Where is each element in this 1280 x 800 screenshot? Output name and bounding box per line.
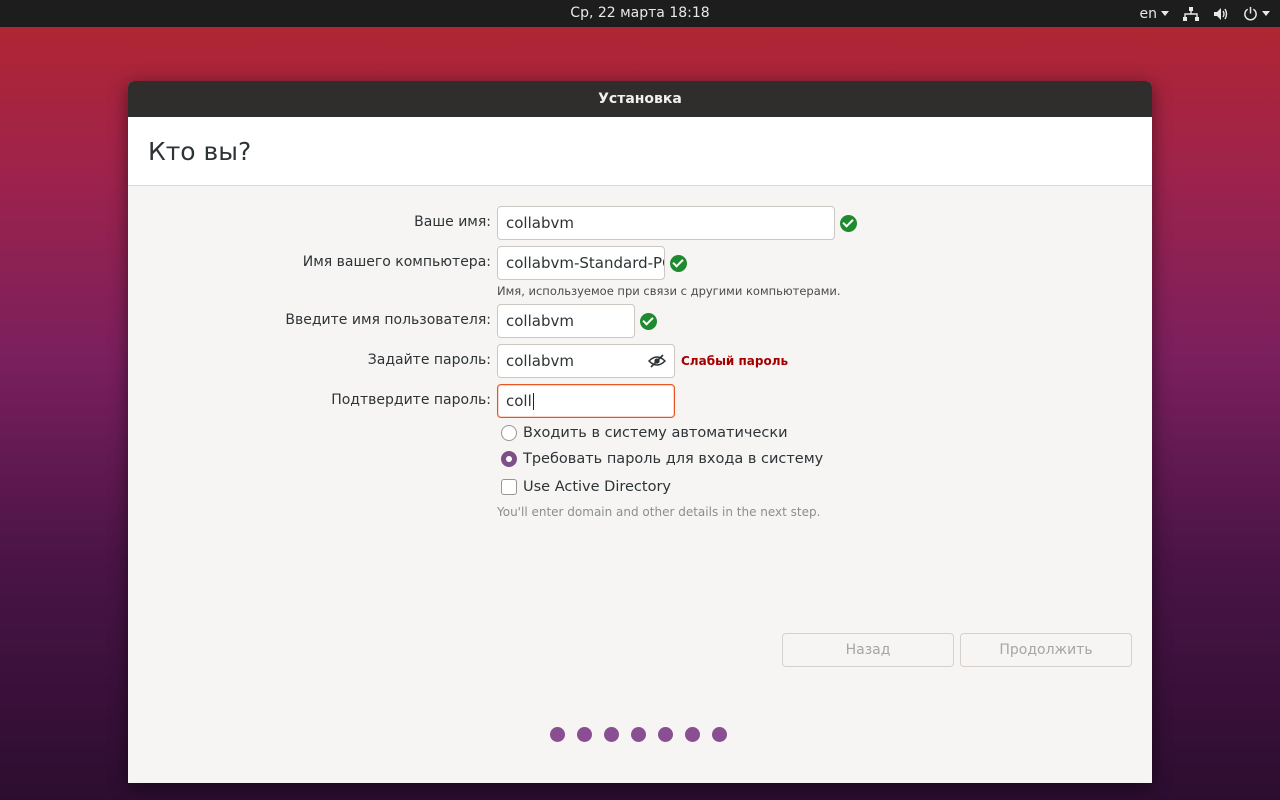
volume-icon[interactable] bbox=[1213, 7, 1229, 21]
progress-dot bbox=[577, 727, 592, 742]
language-label: en bbox=[1139, 5, 1158, 22]
computer-name-label: Имя вашего компьютера: bbox=[302, 254, 491, 270]
network-icon[interactable] bbox=[1183, 6, 1199, 21]
chevron-down-icon bbox=[1262, 11, 1270, 16]
progress-dot bbox=[712, 727, 727, 742]
checkbox[interactable] bbox=[501, 479, 517, 495]
top-panel: Ср, 22 марта 18:18 en bbox=[0, 0, 1280, 27]
radio-button-selected[interactable] bbox=[501, 451, 517, 467]
computer-name-field[interactable]: collabvm-Standard-PC- bbox=[497, 246, 665, 280]
check-icon bbox=[840, 215, 857, 232]
progress-dot bbox=[604, 727, 619, 742]
chevron-down-icon bbox=[1161, 11, 1169, 16]
computer-name-hint: Имя, используемое при связи с другими ко… bbox=[497, 284, 841, 298]
text-cursor bbox=[532, 393, 534, 410]
power-icon bbox=[1243, 6, 1258, 21]
name-field[interactable]: collabvm bbox=[497, 206, 835, 240]
installer-window: Установка Кто вы? Ваше имя: collabvm Имя… bbox=[128, 81, 1152, 783]
language-indicator[interactable]: en bbox=[1139, 5, 1169, 22]
progress-dot bbox=[685, 727, 700, 742]
confirm-password-label: Подтвердите пароль: bbox=[331, 392, 491, 408]
progress-dot bbox=[550, 727, 565, 742]
user-form: Ваше имя: collabvm Имя вашего компьютера… bbox=[128, 186, 1152, 783]
continue-button[interactable]: Продолжить bbox=[960, 633, 1132, 667]
password-value: collabvm bbox=[506, 352, 574, 370]
radio-button[interactable] bbox=[501, 425, 517, 441]
clock[interactable]: Ср, 22 марта 18:18 bbox=[0, 5, 1280, 21]
back-button[interactable]: Назад bbox=[782, 633, 954, 667]
check-icon bbox=[670, 255, 687, 272]
check-icon bbox=[640, 313, 657, 330]
active-directory-option[interactable]: Use Active Directory bbox=[501, 479, 671, 495]
require-password-label: Требовать пароль для входа в систему bbox=[523, 451, 824, 467]
password-strength: Слабый пароль bbox=[681, 354, 789, 368]
active-directory-label: Use Active Directory bbox=[523, 479, 671, 495]
window-title[interactable]: Установка bbox=[128, 81, 1152, 117]
password-label: Задайте пароль: bbox=[367, 352, 491, 368]
confirm-password-field[interactable]: coll bbox=[497, 384, 675, 418]
power-menu[interactable] bbox=[1243, 6, 1270, 21]
progress-dots bbox=[550, 727, 727, 742]
system-tray: en bbox=[1139, 0, 1270, 27]
auto-login-label: Входить в систему автоматически bbox=[523, 425, 788, 441]
confirm-password-value: coll bbox=[506, 392, 532, 410]
progress-dot bbox=[631, 727, 646, 742]
username-label: Введите имя пользователя: bbox=[285, 312, 491, 328]
name-label: Ваше имя: bbox=[414, 214, 491, 230]
show-password-icon[interactable] bbox=[647, 352, 667, 370]
username-field[interactable]: collabvm bbox=[497, 304, 635, 338]
active-directory-hint: You'll enter domain and other details in… bbox=[497, 505, 821, 519]
page-header: Кто вы? bbox=[128, 117, 1152, 186]
progress-dot bbox=[658, 727, 673, 742]
page-title: Кто вы? bbox=[148, 136, 252, 166]
require-password-option[interactable]: Требовать пароль для входа в систему bbox=[501, 451, 823, 467]
auto-login-option[interactable]: Входить в систему автоматически bbox=[501, 425, 788, 441]
